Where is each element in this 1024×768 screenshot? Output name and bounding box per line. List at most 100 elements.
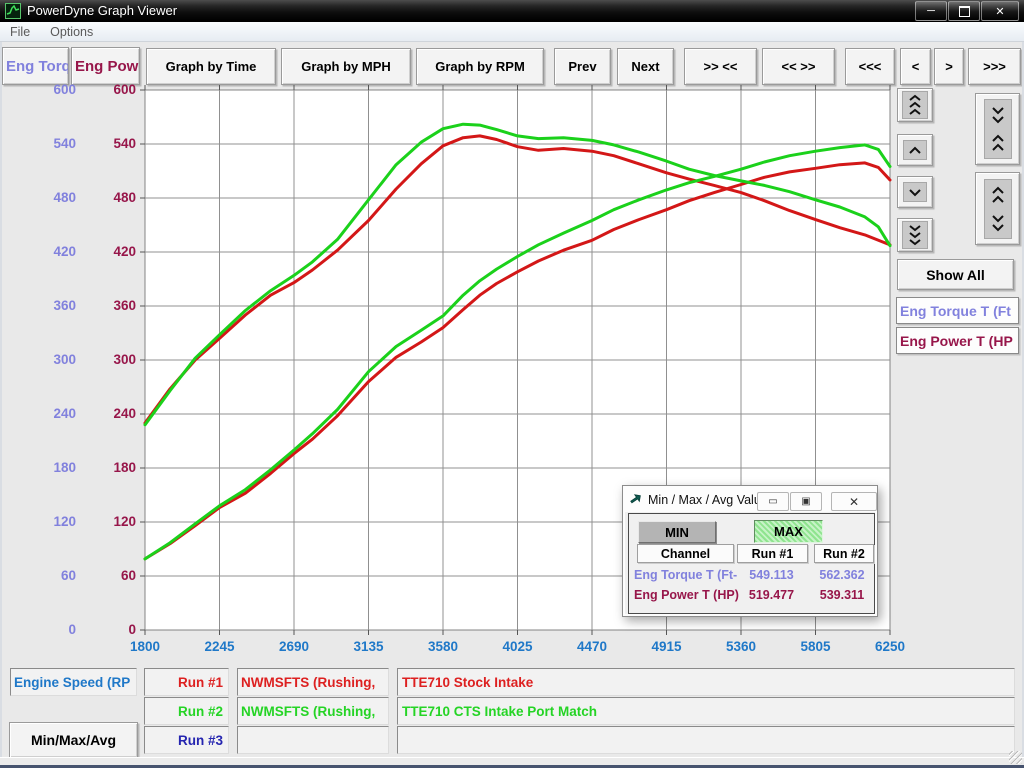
run2-header-label: Run #2 bbox=[823, 547, 865, 561]
x-axis-label: 4025 bbox=[486, 639, 550, 654]
y-axis-label: 240 bbox=[0, 405, 76, 422]
run2-label-box: Run #2 bbox=[144, 697, 229, 725]
channel-column-header[interactable]: Channel bbox=[637, 544, 734, 563]
x-axis-label: 3135 bbox=[337, 639, 401, 654]
torque-axis-labels: 060120180240300360420480540600 bbox=[0, 0, 76, 768]
torque-channel-box-label: Eng Torque T (Ft bbox=[900, 303, 1011, 319]
chevrons-expand-vertical-icon bbox=[984, 179, 1012, 239]
restore-icon bbox=[959, 6, 970, 17]
show-all-label: Show All bbox=[926, 267, 985, 283]
chevron-down-icon bbox=[903, 182, 927, 202]
window-bottom-frame bbox=[0, 757, 1024, 768]
y-axis-label: 300 bbox=[0, 351, 76, 368]
run1-column-header[interactable]: Run #1 bbox=[737, 544, 808, 563]
run3-comment-box[interactable] bbox=[397, 726, 1015, 754]
pan-down-button[interactable] bbox=[897, 176, 933, 208]
y-axis-label: 540 bbox=[80, 135, 136, 152]
menu-bar: File Options bbox=[0, 22, 1024, 42]
zoom-out-y-button[interactable] bbox=[975, 172, 1020, 245]
run1-file-box[interactable]: NWMSFTS (Rushing, bbox=[237, 668, 389, 696]
torque-max-row-channel: Eng Torque T (Ft- bbox=[634, 567, 739, 583]
show-all-button[interactable]: Show All bbox=[897, 259, 1014, 290]
minmax-close-button[interactable]: ✕ bbox=[831, 492, 877, 511]
zoom-in-y-button[interactable] bbox=[975, 93, 1020, 165]
torque-max-run2-value: 562.362 bbox=[810, 567, 874, 583]
max-mode-label: MAX bbox=[774, 524, 803, 539]
power-channel-box[interactable]: Eng Power T (HP bbox=[896, 327, 1019, 354]
y-axis-label: 420 bbox=[0, 243, 76, 260]
run1-label-box: Run #1 bbox=[144, 668, 229, 696]
power-max-row-channel: Eng Power T (HP) bbox=[634, 587, 739, 603]
torque-channel-box[interactable]: Eng Torque T (Ft bbox=[896, 297, 1019, 324]
minmax-window-titlebar[interactable]: Min / Max / Avg Valu... ▭ ▣ ✕ bbox=[625, 488, 877, 512]
pan-up-button[interactable] bbox=[897, 134, 933, 166]
pan-left-label: < bbox=[912, 59, 920, 74]
prev-label: Prev bbox=[568, 59, 596, 74]
pan-left-fast-label: <<< bbox=[859, 59, 882, 74]
pan-right-fast-button[interactable]: >>> bbox=[968, 48, 1021, 85]
pan-right-fast-label: >>> bbox=[983, 59, 1006, 74]
channel-header-label: Channel bbox=[661, 547, 710, 561]
run1-label: Run #1 bbox=[178, 675, 223, 690]
chevron-triple-up-icon bbox=[902, 91, 928, 119]
run1-comment-box[interactable]: TTE710 Stock Intake bbox=[397, 668, 1015, 696]
y-axis-label: 300 bbox=[80, 351, 136, 368]
window-left-frame bbox=[0, 42, 2, 757]
min-mode-button[interactable]: MIN bbox=[638, 521, 716, 543]
chevron-up-icon bbox=[903, 140, 927, 160]
zoom-in-x-button[interactable]: >> << bbox=[684, 48, 757, 85]
zoom-out-x-label: << >> bbox=[782, 59, 816, 74]
graph-by-time-label: Graph by Time bbox=[166, 59, 257, 74]
run2-file-box[interactable]: NWMSFTS (Rushing, bbox=[237, 697, 389, 725]
pan-right-label: > bbox=[945, 59, 953, 74]
prev-button[interactable]: Prev bbox=[554, 48, 611, 85]
y-axis-label: 180 bbox=[0, 459, 76, 476]
zoom-in-x-label: >> << bbox=[704, 59, 738, 74]
run2-comment: TTE710 CTS Intake Port Match bbox=[402, 704, 597, 719]
x-axis-label: 4470 bbox=[560, 639, 624, 654]
pan-left-button[interactable]: < bbox=[900, 48, 931, 85]
torque-max-run1-value: 549.113 bbox=[737, 567, 806, 583]
minmax-window-body: MIN MAX Channel Run #1 Run #2 Eng Torque… bbox=[628, 513, 875, 614]
maximize-button[interactable] bbox=[948, 1, 980, 21]
graph-by-mph-button[interactable]: Graph by MPH bbox=[281, 48, 411, 85]
run1-comment: TTE710 Stock Intake bbox=[402, 675, 533, 690]
minimize-icon: ─ bbox=[927, 5, 935, 17]
title-bar[interactable]: PowerDyne Graph Viewer ─ ✕ bbox=[0, 0, 1024, 22]
minimize-button[interactable]: ─ bbox=[915, 1, 947, 21]
run2-column-header[interactable]: Run #2 bbox=[814, 544, 874, 563]
pan-down-fast-button[interactable] bbox=[897, 218, 933, 252]
run3-file-box[interactable] bbox=[237, 726, 389, 754]
y-axis-label: 360 bbox=[80, 297, 136, 314]
minmax-minimize-button[interactable]: ▭ bbox=[757, 492, 789, 511]
graph-by-rpm-button[interactable]: Graph by RPM bbox=[416, 48, 544, 85]
pan-right-button[interactable]: > bbox=[934, 48, 964, 85]
graph-by-time-button[interactable]: Graph by Time bbox=[146, 48, 276, 85]
y-axis-label: 120 bbox=[80, 513, 136, 530]
y-axis-label: 60 bbox=[0, 567, 76, 584]
resize-grip[interactable] bbox=[1009, 751, 1022, 764]
minmax-avg-button[interactable]: Min/Max/Avg bbox=[9, 722, 138, 758]
close-button[interactable]: ✕ bbox=[981, 1, 1019, 21]
run2-file: NWMSFTS (Rushing, bbox=[241, 704, 375, 719]
power-axis-labels: 060120180240300360420480540600 bbox=[80, 0, 136, 768]
x-axis-label: 2690 bbox=[262, 639, 326, 654]
pan-up-fast-button[interactable] bbox=[897, 88, 933, 122]
minmax-window-title: Min / Max / Avg Valu... bbox=[648, 493, 771, 507]
chevrons-collapse-vertical-icon bbox=[984, 99, 1012, 159]
pan-left-fast-button[interactable]: <<< bbox=[845, 48, 895, 85]
minmax-minimize-icon: ▭ bbox=[768, 496, 777, 507]
max-mode-button[interactable]: MAX bbox=[754, 520, 823, 543]
power-max-run2-value: 539.311 bbox=[810, 587, 874, 603]
y-axis-label: 120 bbox=[0, 513, 76, 530]
y-axis-label: 420 bbox=[80, 243, 136, 260]
x-axis-label: 5360 bbox=[709, 639, 773, 654]
minmax-maximize-button[interactable]: ▣ bbox=[790, 492, 822, 511]
x-axis-label: 3580 bbox=[411, 639, 475, 654]
x-channel-button[interactable]: Engine Speed (RP bbox=[10, 668, 137, 696]
run2-comment-box[interactable]: TTE710 CTS Intake Port Match bbox=[397, 697, 1015, 725]
power-channel-box-label: Eng Power T (HP bbox=[900, 333, 1013, 349]
minmax-window[interactable]: Min / Max / Avg Valu... ▭ ▣ ✕ MIN MAX Ch… bbox=[622, 485, 878, 617]
next-button[interactable]: Next bbox=[617, 48, 674, 85]
zoom-out-x-button[interactable]: << >> bbox=[762, 48, 835, 85]
